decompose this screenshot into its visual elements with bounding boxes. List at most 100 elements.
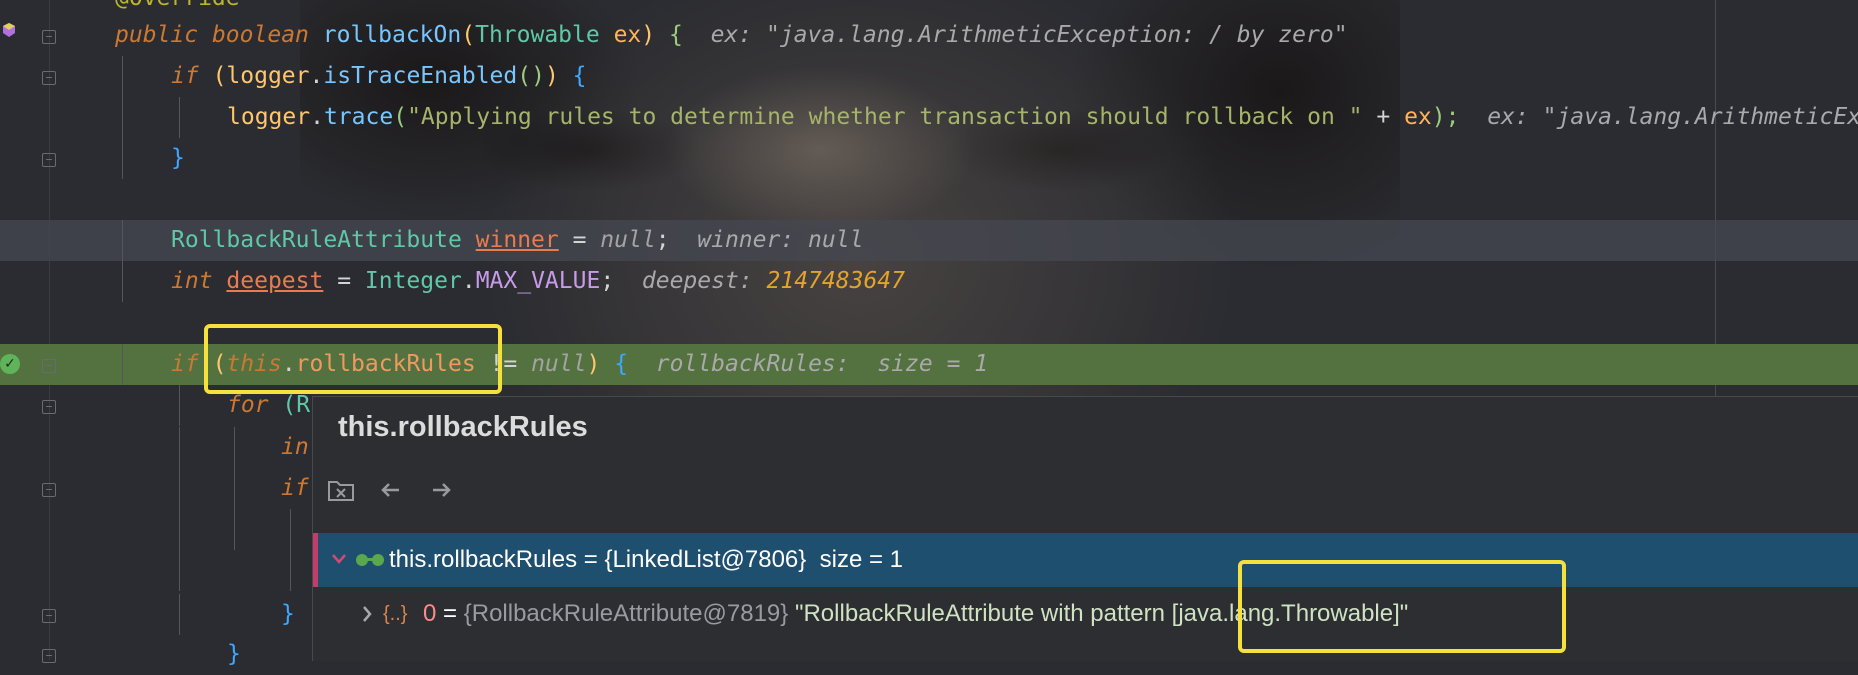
brace-open: { bbox=[614, 351, 629, 377]
inline-hint-value: null bbox=[808, 227, 864, 253]
paren-close: ); bbox=[1431, 104, 1460, 130]
brace-open: { bbox=[572, 63, 587, 89]
brace-close: } bbox=[281, 601, 295, 627]
fold-marker[interactable] bbox=[42, 359, 56, 373]
semicolon: ; bbox=[655, 227, 670, 253]
inline-hint-value: size = 1 bbox=[877, 351, 989, 377]
paren: ( bbox=[212, 63, 227, 89]
indent-guide bbox=[290, 509, 291, 591]
paren: ) bbox=[586, 351, 601, 377]
inline-hint-label: ex: bbox=[1487, 104, 1529, 130]
type-name: RollbackRuleAttribute bbox=[171, 227, 462, 253]
fold-marker[interactable] bbox=[42, 400, 56, 414]
variable-deepest: deepest bbox=[226, 268, 324, 294]
indent-guide bbox=[122, 138, 123, 179]
code-fragment: if bbox=[281, 475, 309, 501]
tree-child-index: 0 bbox=[423, 600, 437, 627]
tree-root-value: {LinkedList@7806} bbox=[604, 546, 807, 573]
method-call: trace bbox=[323, 104, 394, 130]
indent-guide bbox=[122, 344, 123, 385]
dot: . bbox=[309, 63, 324, 89]
fold-marker[interactable] bbox=[42, 483, 56, 497]
string-literal: "Applying rules to determine whether tra… bbox=[407, 104, 1363, 130]
param-name: ex bbox=[613, 22, 642, 48]
keyword-if: if bbox=[171, 351, 199, 377]
fold-marker[interactable] bbox=[42, 71, 56, 85]
brace-open: { bbox=[669, 22, 683, 48]
brace-close: } bbox=[171, 145, 185, 171]
folder-remove-icon[interactable] bbox=[327, 477, 355, 503]
param-type: Throwable bbox=[475, 22, 600, 48]
inline-hint-label: deepest: bbox=[641, 268, 753, 294]
null-literal: null bbox=[600, 227, 656, 253]
indent-guide bbox=[122, 220, 123, 261]
popup-title: this.rollbackRules bbox=[338, 411, 588, 443]
method-call: isTraceEnabled bbox=[323, 63, 518, 89]
paren-open: ( bbox=[461, 22, 476, 48]
assign-operator: = bbox=[558, 227, 601, 253]
fold-marker[interactable] bbox=[42, 153, 56, 167]
indent-guide bbox=[179, 468, 180, 509]
inline-hint-value: "java.lang.ArithmeticException: / by zer… bbox=[765, 22, 1348, 48]
inline-hint-label: winner: bbox=[697, 227, 795, 253]
tree-row-root[interactable]: this.rollbackRules = {LinkedList@7806} s… bbox=[313, 533, 1858, 587]
equals-sign: = bbox=[436, 600, 464, 627]
equals-sign: = bbox=[577, 546, 605, 573]
inline-hint-label: ex: bbox=[710, 22, 753, 48]
indent-guide bbox=[179, 509, 180, 591]
code-line-method-signature: public boolean rollbackOn(Throwable ex) … bbox=[0, 15, 1858, 56]
code-line-winner: RollbackRuleAttribute winner = null; win… bbox=[0, 220, 1858, 261]
indent-guide bbox=[122, 97, 123, 138]
tree-child-ref: {RollbackRuleAttribute@7819} bbox=[463, 600, 789, 627]
fold-marker[interactable] bbox=[42, 609, 56, 623]
keyword-for: for bbox=[227, 392, 269, 418]
paren: ( bbox=[393, 104, 408, 130]
constant-max-value: MAX_VALUE bbox=[475, 268, 601, 294]
keyword-if: if bbox=[171, 63, 199, 89]
chevron-right-icon[interactable] bbox=[359, 587, 375, 661]
inline-hint-value: 2147483647 bbox=[766, 268, 905, 294]
tree-root-size: size = 1 bbox=[819, 546, 904, 573]
indent-guide bbox=[179, 594, 180, 635]
arrow-left-icon[interactable] bbox=[377, 477, 405, 503]
keyword-boolean: boolean bbox=[211, 22, 309, 48]
logger-ref: logger bbox=[227, 104, 311, 130]
keyword-int: int bbox=[171, 268, 213, 294]
logger-ref: logger bbox=[226, 63, 310, 89]
class-integer: Integer bbox=[364, 268, 462, 294]
indent-guide bbox=[122, 261, 123, 302]
keyword-public: public bbox=[115, 22, 199, 48]
highlight-box-expression bbox=[204, 324, 502, 394]
indent-guide bbox=[234, 509, 235, 550]
tree-root-name: this.rollbackRules bbox=[389, 546, 578, 573]
plus-operator: + bbox=[1362, 104, 1405, 130]
code-line-close-brace: } bbox=[0, 138, 1858, 179]
paren-close: ) bbox=[641, 22, 656, 48]
code-line-logger-trace: logger.trace("Applying rules to determin… bbox=[0, 97, 1858, 138]
tree-row-child[interactable]: {..} 0 = {RollbackRuleAttribute@7819} "R… bbox=[313, 587, 1858, 641]
variable-winner: winner bbox=[475, 227, 559, 253]
highlight-box-pattern bbox=[1238, 560, 1566, 653]
assign-operator: = bbox=[323, 268, 365, 294]
code-fragment: in bbox=[281, 434, 309, 460]
indent-guide bbox=[179, 385, 180, 426]
indent-guide bbox=[179, 97, 180, 138]
method-name: rollbackOn bbox=[322, 22, 462, 48]
breakpoint-check-icon[interactable]: ✓ bbox=[0, 354, 20, 374]
code-line-deepest: int deepest = Integer.MAX_VALUE; deepest… bbox=[0, 261, 1858, 302]
dot: . bbox=[310, 104, 324, 130]
fold-marker[interactable] bbox=[42, 30, 56, 44]
inline-hint-label: rollbackRules: bbox=[655, 351, 850, 377]
paren: ) bbox=[544, 63, 559, 89]
object-braces-icon: {..} bbox=[383, 603, 408, 625]
fold-marker[interactable] bbox=[42, 649, 56, 663]
indent-guide bbox=[122, 56, 123, 97]
null-literal: null bbox=[531, 351, 587, 377]
dot: . bbox=[461, 268, 476, 294]
code-fragment: (R bbox=[282, 392, 311, 418]
inline-hint-value: "java.lang.ArithmeticEx bbox=[1542, 104, 1858, 130]
brace-close: } bbox=[227, 641, 241, 667]
debug-value-popup: this.rollbackRules this.rollbackRules = … bbox=[312, 396, 1858, 661]
arrow-right-icon[interactable] bbox=[427, 477, 455, 503]
indent-guide bbox=[179, 427, 180, 468]
